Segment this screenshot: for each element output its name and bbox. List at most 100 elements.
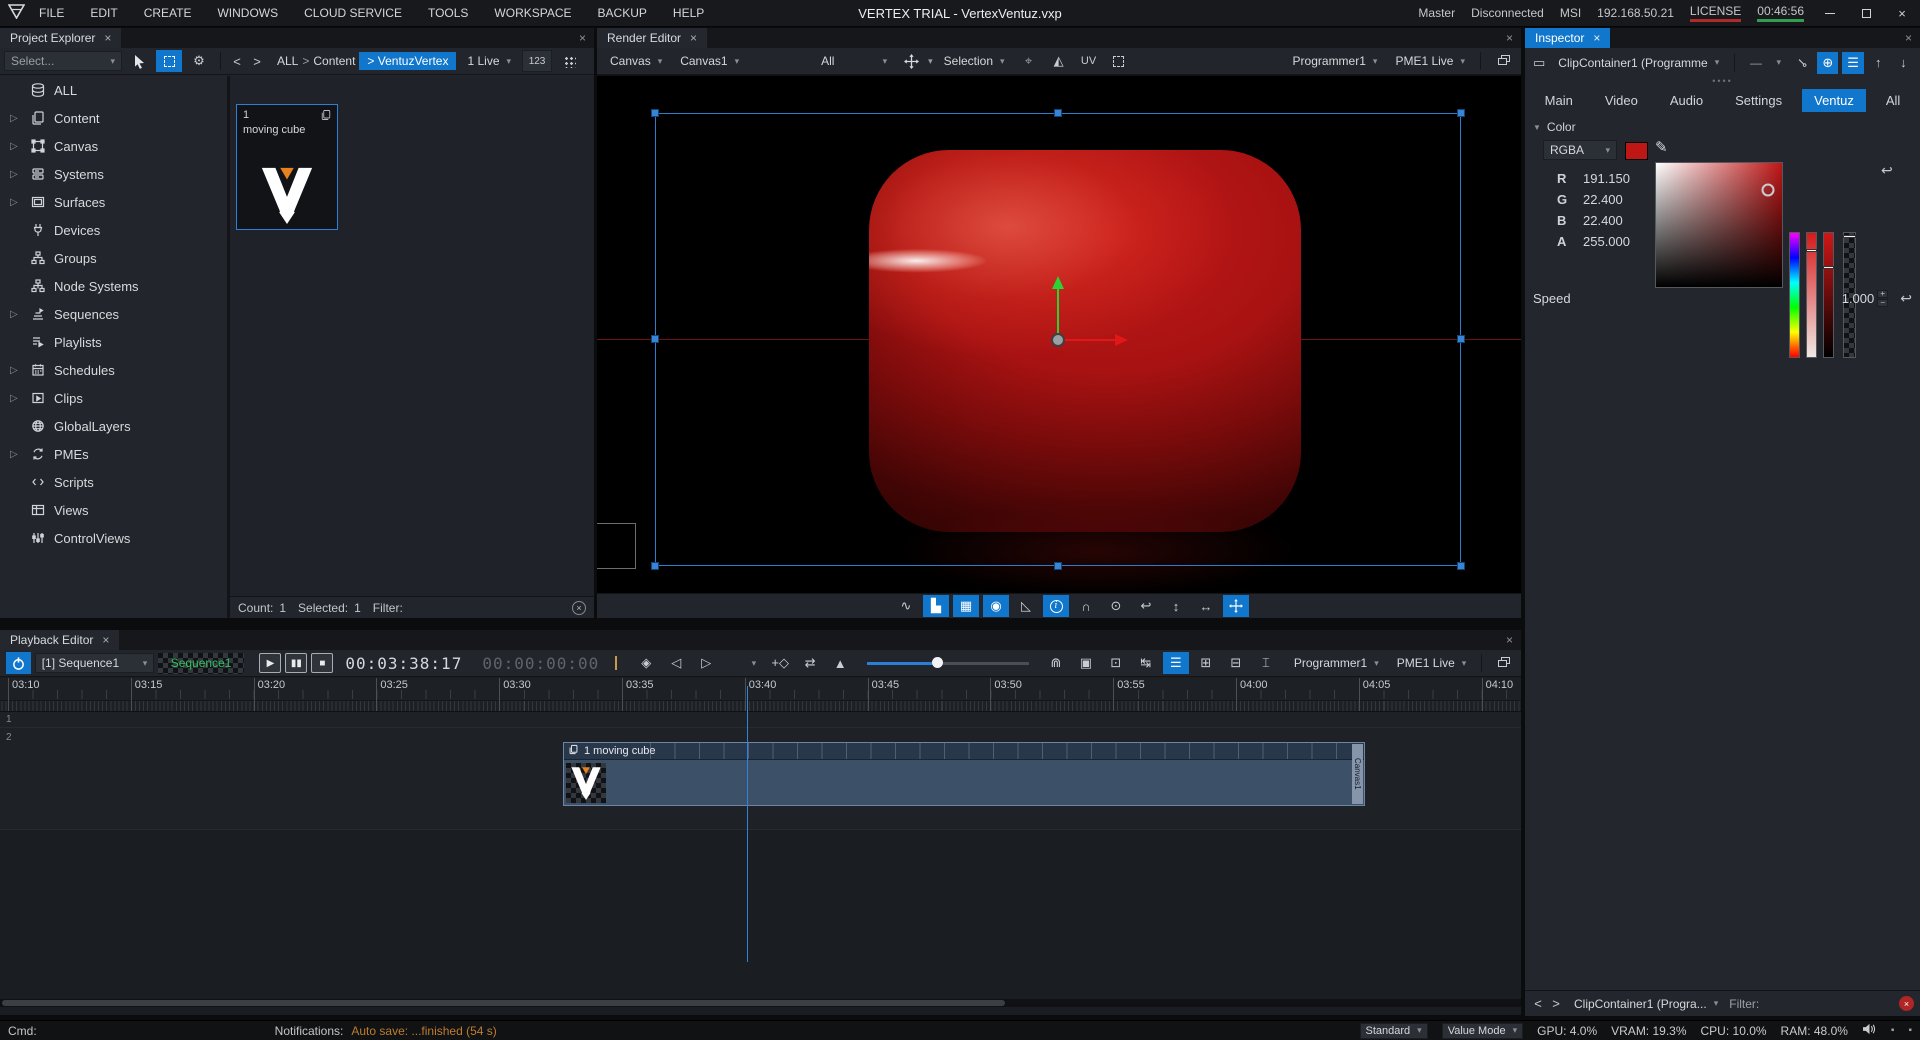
spread-horizontal-button[interactable]: ↹ [1133,652,1159,674]
breadcrumb-parent[interactable]: Content [313,54,355,68]
menu-backup[interactable]: BACKUP [598,6,647,20]
pointer-tool-button[interactable] [126,50,152,72]
panel-close-icon[interactable]: × [1897,31,1920,45]
tree-item-node-systems[interactable]: Node Systems [0,272,227,300]
tree-item-globallayers[interactable]: GlobalLayers [0,412,227,440]
value-mode-dropdown[interactable]: Value Mode▾ [1442,1023,1523,1039]
selection-handle-nw[interactable] [651,109,659,117]
timeline-tracks[interactable]: 1 2 1 moving cube Canvas1 [0,712,1521,995]
chevron-right-icon[interactable]: ▷ [10,365,22,376]
preset-dropdown[interactable]: —▾ [1743,53,1788,73]
tree-item-devices[interactable]: Devices [0,216,227,244]
pme-dropdown[interactable]: PME1 Live▾ [1390,653,1474,673]
programmer-dropdown[interactable]: Programmer1▾ [1286,51,1385,71]
tray-icon-1[interactable]: ▪ [1891,1025,1895,1036]
fit-clip-button[interactable]: ▣ [1073,652,1099,674]
color-mode-dropdown[interactable]: RGBA▾ [1543,140,1617,160]
render-viewport[interactable] [597,76,1521,593]
nav-back-button[interactable]: < [229,50,245,72]
move-gizmo-button[interactable] [1223,595,1249,617]
arrow-up-icon[interactable]: ↑ [1868,52,1889,74]
settings-gear-button[interactable]: ⚙ [186,50,212,72]
property-list-button[interactable]: ☰ [1842,52,1863,74]
lod-button[interactable]: ▙ [923,595,949,617]
eyedropper-icon[interactable]: ✎ [1655,138,1668,156]
wire-grid-button[interactable]: ▦ [953,595,979,617]
marquee-select-tool-button[interactable] [156,50,182,72]
fit-horizontal-button[interactable]: ↔ [1193,595,1219,617]
channel-value[interactable]: 191.150 [1583,171,1630,186]
menu-help[interactable]: HELP [673,6,704,20]
tree-item-clips[interactable]: ▷Clips [0,384,227,412]
canvas-name-dropdown[interactable]: Canvas1▾ [673,51,746,71]
chevron-right-icon[interactable]: ▷ [10,169,22,180]
playhead[interactable] [747,686,748,962]
speed-stepper[interactable]: +− [1877,290,1888,307]
breadcrumb-root[interactable]: ALL [277,54,298,68]
tab-project-explorer[interactable]: Project Explorer × [0,28,121,48]
channel-value[interactable]: 255.000 [1583,234,1630,249]
tab-render-editor[interactable]: Render Editor × [597,28,707,48]
add-keyframe-button[interactable]: +◇ [767,652,793,674]
numbers-view-button[interactable]: 123 [522,50,552,72]
tree-item-scripts[interactable]: Scripts [0,468,227,496]
close-icon[interactable]: × [104,32,111,44]
transform-gizmo[interactable] [988,270,1138,410]
menu-workspace[interactable]: WORKSPACE [494,6,571,20]
timeline-scrollbar[interactable] [0,999,1521,1007]
selection-handle-s[interactable] [1054,562,1062,570]
fit-selection-button[interactable]: ⊡ [1103,652,1129,674]
selection-handle-ne[interactable] [1457,109,1465,117]
prev-keyframe-button[interactable]: ◁ [663,652,689,674]
director-camera-button[interactable]: ◉ [983,595,1009,617]
render-marquee-button[interactable] [1106,50,1132,72]
tab-all[interactable]: All [1874,89,1912,112]
selection-handle-e[interactable] [1457,335,1465,343]
undo-button[interactable]: ↩ [1133,595,1159,617]
clear-inspector-icon[interactable]: × [1899,996,1914,1011]
drag-handle[interactable]: •••• [1525,78,1920,86]
menu-windows[interactable]: WINDOWS [217,6,278,20]
live-mode-dropdown[interactable]: 1 Live ▾ [460,51,518,71]
chevron-right-icon[interactable]: ▷ [10,449,22,460]
close-icon[interactable]: × [102,634,109,646]
tree-item-systems[interactable]: ▷Systems [0,160,227,188]
picker-cursor[interactable] [1762,184,1775,197]
focus-target-button[interactable]: ⊕ [1817,52,1838,74]
slider-knob[interactable] [932,657,943,668]
waveform-button[interactable]: ∿ [893,595,919,617]
fit-vertical-button[interactable]: ↕ [1163,595,1189,617]
selection-handle-n[interactable] [1054,109,1062,117]
panel-close-icon[interactable]: × [571,31,594,45]
tab-audio[interactable]: Audio [1658,89,1715,112]
layer-filter-dropdown[interactable]: All▾ [814,51,894,71]
tab-main[interactable]: Main [1533,89,1585,112]
text-cursor-button[interactable]: ⌶ [1253,652,1279,674]
clear-filter-icon[interactable]: × [572,601,586,615]
play-button[interactable]: ▶ [259,653,281,673]
shuffle-keyframes-button[interactable]: ⇄ [797,652,823,674]
footer-nav-forward[interactable]: > [1549,993,1563,1015]
menu-file[interactable]: FILE [39,6,64,20]
reset-speed-icon[interactable]: ↩ [1900,290,1912,307]
pme-dropdown[interactable]: PME1 Live▾ [1388,51,1472,71]
content-card-moving-cube[interactable]: 1 moving cube [236,104,338,230]
tree-item-content[interactable]: ▷Content [0,104,227,132]
tree-item-canvas[interactable]: ▷Canvas [0,132,227,160]
close-icon[interactable]: × [690,32,697,44]
track-row-1[interactable] [0,712,1521,728]
selection-handle-sw[interactable] [651,562,659,570]
selection-mode-dropdown[interactable]: Selection▾ [937,51,1012,71]
tab-video[interactable]: Video [1593,89,1650,112]
tree-item-controlviews[interactable]: ControlViews [0,524,227,552]
arrow-down-icon[interactable]: ↓ [1893,52,1914,74]
mirror-output-icon[interactable] [1489,50,1515,72]
menu-tools[interactable]: TOOLS [428,6,468,20]
select-dropdown[interactable]: Select... ▾ [4,51,122,71]
maximize-button[interactable] [1856,9,1876,18]
close-button[interactable]: × [1892,6,1912,21]
chevron-right-icon[interactable]: ▷ [10,141,22,152]
chevron-right-icon[interactable]: ▷ [10,309,22,320]
snap-button[interactable]: ⋒ [1043,652,1069,674]
close-icon[interactable]: × [1593,32,1600,44]
